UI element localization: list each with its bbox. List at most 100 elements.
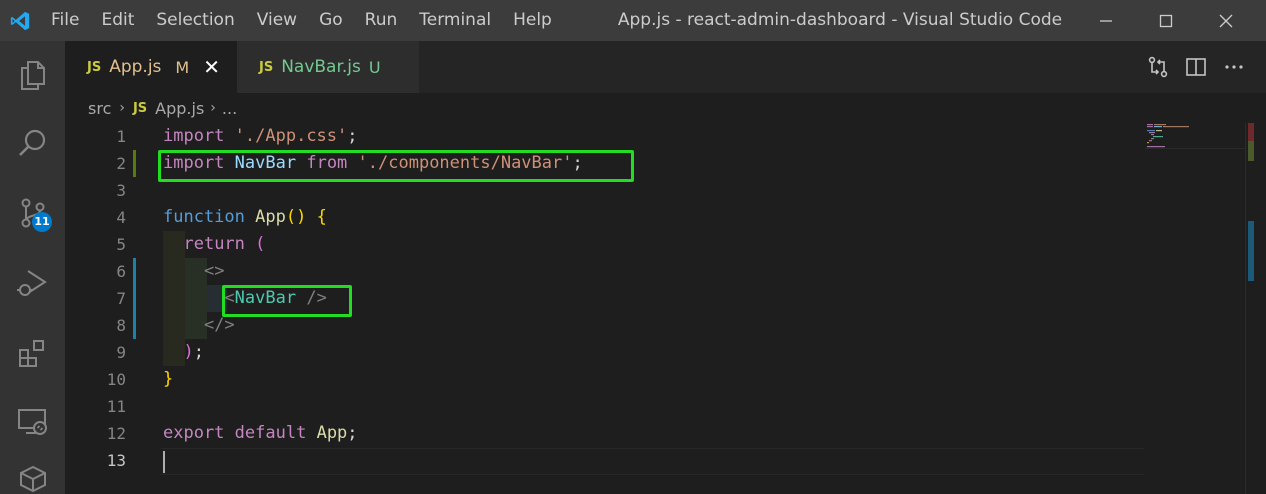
menu-selection[interactable]: Selection <box>145 0 245 41</box>
line-number: 11 <box>106 397 126 416</box>
breadcrumb-symbols[interactable]: ... <box>222 99 237 118</box>
menu-help[interactable]: Help <box>502 0 563 41</box>
close-icon <box>1219 14 1233 27</box>
js-file-icon: JS <box>87 59 102 75</box>
close-tab-icon[interactable]: ✕ <box>203 55 220 79</box>
code-editor[interactable]: 1 import './App.css'; 2 import NavBar from … <box>65 123 1266 494</box>
breadcrumb: src › JS App.js › ... <box>65 93 1266 123</box>
line-number: 6 <box>116 262 126 281</box>
breadcrumb-file[interactable]: App.js <box>155 99 204 118</box>
chevron-right-icon: › <box>210 100 216 116</box>
remote-explorer-button[interactable] <box>0 393 65 449</box>
line-number: 2 <box>116 154 126 173</box>
tab-label: NavBar.js <box>281 57 361 77</box>
highlight-navbar-component <box>222 285 352 317</box>
search-button[interactable] <box>0 115 65 171</box>
menu-terminal[interactable]: Terminal <box>408 0 502 41</box>
code-token: default <box>234 423 307 443</box>
code-text: export default App; <box>163 420 358 447</box>
code-token: </> <box>203 315 235 335</box>
code-line[interactable]: 11 <box>65 393 1145 420</box>
compare-changes-icon <box>1148 56 1168 78</box>
code-token: ; <box>347 126 358 146</box>
editor-actions <box>1146 41 1246 93</box>
code-token: export <box>163 423 225 443</box>
code-line[interactable]: 9 ); <box>65 339 1145 366</box>
menu-view[interactable]: View <box>246 0 308 41</box>
vertical-scrollbar[interactable] <box>1245 123 1266 494</box>
code-line[interactable]: 4 function App() { <box>65 204 1145 231</box>
code-line[interactable]: 6 <> <box>65 258 1145 285</box>
breadcrumb-folder[interactable]: src <box>88 99 111 118</box>
highlight-import-navbar <box>158 150 634 182</box>
line-number: 10 <box>106 370 126 389</box>
remote-explorer-icon <box>17 409 47 435</box>
code-text: <> <box>163 258 224 285</box>
maximize-button[interactable] <box>1136 0 1196 41</box>
code-token: App <box>316 423 348 443</box>
code-token: ; <box>347 423 358 443</box>
code-token: App <box>255 207 286 227</box>
code-token: } <box>163 369 174 389</box>
extensions-icon <box>18 340 44 367</box>
menu-edit[interactable]: Edit <box>90 0 145 41</box>
minimap[interactable] <box>1145 123 1245 163</box>
code-line[interactable]: 13 <box>65 447 1145 474</box>
code-line[interactable]: 5 return ( <box>65 231 1145 258</box>
close-window-button[interactable] <box>1196 0 1256 41</box>
code-token: () <box>285 207 307 227</box>
menu-file[interactable]: File <box>40 0 90 41</box>
menu-bar: File Edit Selection View Go Run Terminal… <box>40 0 563 41</box>
modified-badge: M <box>175 57 190 77</box>
activity-bar: 11 <box>0 41 65 494</box>
menu-go[interactable]: Go <box>308 0 354 41</box>
window-title: App.js - react-admin-dashboard - Visual … <box>617 10 1063 30</box>
docker-button[interactable] <box>0 461 65 494</box>
code-text: return ( <box>163 231 265 258</box>
line-number: 12 <box>106 424 126 443</box>
code-token: <> <box>203 261 225 281</box>
title-bar: File Edit Selection View Go Run Terminal… <box>0 0 1266 41</box>
chevron-right-icon: › <box>119 100 125 116</box>
js-file-icon: JS <box>259 59 274 75</box>
line-number: 3 <box>116 181 126 200</box>
code-token: function <box>163 207 245 227</box>
code-text: function App() { <box>163 204 327 231</box>
cube-icon <box>19 465 46 493</box>
more-actions-button[interactable] <box>1222 55 1246 79</box>
code-line[interactable]: 12 export default App; <box>65 420 1145 447</box>
untracked-badge: U <box>368 57 381 77</box>
open-changes-button[interactable] <box>1146 55 1170 79</box>
tab-app-js[interactable]: JS App.js M ✕ <box>65 41 237 93</box>
tab-navbar-js[interactable]: JS NavBar.js U <box>237 41 419 93</box>
menu-run[interactable]: Run <box>354 0 409 41</box>
code-token: ( <box>255 234 266 254</box>
line-number: 1 <box>116 127 126 146</box>
tab-bar: JS App.js M ✕ JS NavBar.js U <box>65 41 1266 93</box>
split-editor-button[interactable] <box>1184 55 1208 79</box>
code-line[interactable]: 10} <box>65 366 1145 393</box>
code-text: ); <box>163 339 204 366</box>
explorer-button[interactable] <box>0 47 65 103</box>
minimize-button[interactable] <box>1076 0 1136 41</box>
split-editor-icon <box>1186 58 1206 76</box>
code-line[interactable]: 1 import './App.css'; <box>65 123 1145 150</box>
code-token: { <box>316 207 327 227</box>
code-token: ; <box>193 342 204 362</box>
source-control-button[interactable]: 11 <box>0 185 65 241</box>
scm-badge: 11 <box>32 212 52 232</box>
run-debug-icon <box>16 270 47 296</box>
extensions-button[interactable] <box>0 325 65 381</box>
code-token: './App.css' <box>234 126 348 146</box>
run-debug-button[interactable] <box>0 255 65 311</box>
maximize-icon <box>1159 14 1173 27</box>
